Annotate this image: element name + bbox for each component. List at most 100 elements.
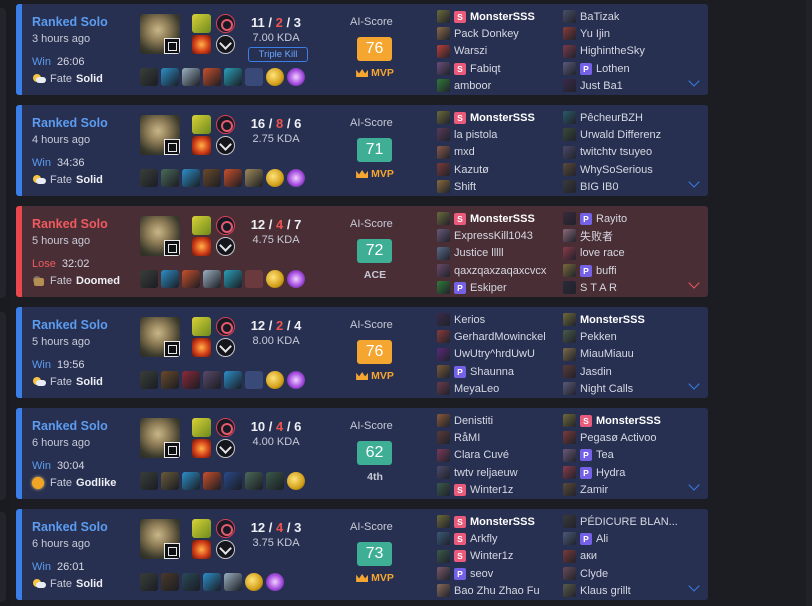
player-name[interactable]: qaxzqaxzaqaxcvcx: [454, 265, 546, 277]
player-name[interactable]: аки: [580, 550, 597, 562]
player-name[interactable]: twtv reljaeuw: [454, 467, 518, 479]
player-row[interactable]: Denistiti: [437, 412, 563, 429]
player-row[interactable]: mxd: [437, 144, 563, 161]
oracle-lens-icon[interactable]: [287, 371, 305, 389]
player-row[interactable]: Zamir: [563, 481, 689, 498]
champion-portrait[interactable]: [140, 14, 180, 54]
player-row[interactable]: S Arkfly: [437, 530, 563, 547]
player-row[interactable]: S MonsterSSS: [437, 513, 563, 530]
player-row[interactable]: Warszi: [437, 43, 563, 60]
empty-item-slot[interactable]: [245, 68, 263, 86]
player-row[interactable]: twitchtv tsuyeo: [563, 144, 689, 161]
player-row[interactable]: Justice lllll: [437, 245, 563, 262]
player-row[interactable]: PêcheurBZH: [563, 109, 689, 126]
item-icon[interactable]: [140, 68, 158, 86]
player-name[interactable]: amboor: [454, 80, 491, 92]
item-icon[interactable]: [224, 472, 242, 490]
expand-chevron-icon[interactable]: [688, 479, 700, 491]
item-icon[interactable]: [182, 573, 200, 591]
expand-chevron-icon[interactable]: [688, 580, 700, 592]
player-name[interactable]: seov: [470, 568, 493, 580]
player-name[interactable]: RåMI: [454, 432, 480, 444]
item-icon[interactable]: [161, 270, 179, 288]
trinket-ward-icon[interactable]: [266, 371, 284, 389]
player-row[interactable]: HighintheSky: [563, 43, 689, 60]
oracle-lens-icon[interactable]: [287, 169, 305, 187]
item-icon[interactable]: [161, 68, 179, 86]
player-name[interactable]: Denistiti: [454, 415, 493, 427]
player-name[interactable]: Bao Zhu Zhao Fu: [454, 585, 540, 597]
player-name[interactable]: Tea: [596, 449, 614, 461]
scrollbar[interactable]: [806, 0, 812, 606]
player-name[interactable]: UwUtry^hrdUwU: [454, 348, 535, 360]
item-icon[interactable]: [161, 472, 179, 490]
match-card[interactable]: Ranked Solo 6 hours ago Win 26:01 Fate Sol…: [16, 509, 708, 600]
player-row[interactable]: S MonsterSSS: [437, 109, 563, 126]
player-name[interactable]: Pekken: [580, 331, 617, 343]
player-row[interactable]: GerhardMowinckel: [437, 328, 563, 345]
player-name[interactable]: Night Calls: [580, 383, 633, 395]
player-name[interactable]: Klaus grillt: [580, 585, 631, 597]
player-row[interactable]: Clara Cuvé: [437, 447, 563, 464]
player-row[interactable]: S MonsterSSS: [563, 412, 689, 429]
player-row[interactable]: S MonsterSSS: [437, 210, 563, 227]
player-row[interactable]: P Ali: [563, 530, 689, 547]
expand-chevron-icon[interactable]: [688, 176, 700, 188]
item-icon[interactable]: [140, 472, 158, 490]
item-icon[interactable]: [140, 573, 158, 591]
player-row[interactable]: P Rayito: [563, 210, 689, 227]
item-icon[interactable]: [140, 270, 158, 288]
player-row[interactable]: Bao Zhu Zhao Fu: [437, 582, 563, 599]
player-name[interactable]: MonsterSSS: [470, 11, 535, 23]
match-card[interactable]: Ranked Solo 5 hours ago Lose 32:02 Fate Do…: [16, 206, 708, 297]
player-row[interactable]: Night Calls: [563, 380, 689, 397]
player-name[interactable]: MonsterSSS: [580, 314, 645, 326]
item-icon[interactable]: [203, 371, 221, 389]
item-icon[interactable]: [224, 371, 242, 389]
player-name[interactable]: BaTizak: [580, 11, 619, 23]
item-icon[interactable]: [224, 270, 242, 288]
player-row[interactable]: qaxzqaxzaqaxcvcx: [437, 262, 563, 279]
player-name[interactable]: ExpressKill1043: [454, 230, 533, 242]
trinket-ward-icon[interactable]: [266, 270, 284, 288]
player-row[interactable]: Pekken: [563, 328, 689, 345]
item-icon[interactable]: [140, 371, 158, 389]
player-name[interactable]: Clara Cuvé: [454, 449, 509, 461]
champion-portrait[interactable]: [140, 418, 180, 458]
expand-chevron-icon[interactable]: [688, 75, 700, 87]
player-name[interactable]: Kazutø: [454, 164, 489, 176]
player-row[interactable]: 失败者: [563, 227, 689, 244]
player-row[interactable]: Clyde: [563, 565, 689, 582]
player-name[interactable]: S T A R: [580, 282, 617, 294]
item-icon[interactable]: [266, 472, 284, 490]
player-row[interactable]: аки: [563, 548, 689, 565]
player-name[interactable]: MonsterSSS: [596, 415, 661, 427]
player-row[interactable]: twtv reljaeuw: [437, 464, 563, 481]
player-row[interactable]: S Winter1z: [437, 481, 563, 498]
player-name[interactable]: Shift: [454, 181, 476, 193]
player-name[interactable]: Urwald Differenz: [580, 129, 661, 141]
player-row[interactable]: Jasdin: [563, 363, 689, 380]
player-name[interactable]: love race: [580, 247, 625, 259]
player-row[interactable]: Pseov: [437, 565, 563, 582]
player-row[interactable]: Shift: [437, 178, 563, 195]
player-name[interactable]: MeyaLeo: [454, 383, 499, 395]
player-row[interactable]: Just Ba1: [563, 77, 689, 94]
player-name[interactable]: Rayito: [596, 213, 627, 225]
player-row[interactable]: PÉDICURE BLAN...: [563, 513, 689, 530]
player-row[interactable]: BIG IB0: [563, 178, 689, 195]
player-name[interactable]: WhySoSerious: [580, 164, 653, 176]
player-row[interactable]: la pistola: [437, 126, 563, 143]
match-card[interactable]: Ranked Solo 5 hours ago Win 19:56 Fate Sol…: [16, 307, 708, 398]
player-name[interactable]: MonsterSSS: [470, 516, 535, 528]
player-name[interactable]: Jasdin: [580, 366, 612, 378]
player-name[interactable]: Warszi: [454, 45, 487, 57]
player-name[interactable]: Hydra: [596, 467, 625, 479]
player-row[interactable]: Pack Donkey: [437, 25, 563, 42]
trinket-ward-icon[interactable]: [266, 169, 284, 187]
player-name[interactable]: buffi: [596, 265, 617, 277]
item-icon[interactable]: [182, 68, 200, 86]
item-icon[interactable]: [161, 573, 179, 591]
item-icon[interactable]: [224, 68, 242, 86]
match-card[interactable]: Ranked Solo 3 hours ago Win 26:06 Fate Sol…: [16, 4, 708, 95]
